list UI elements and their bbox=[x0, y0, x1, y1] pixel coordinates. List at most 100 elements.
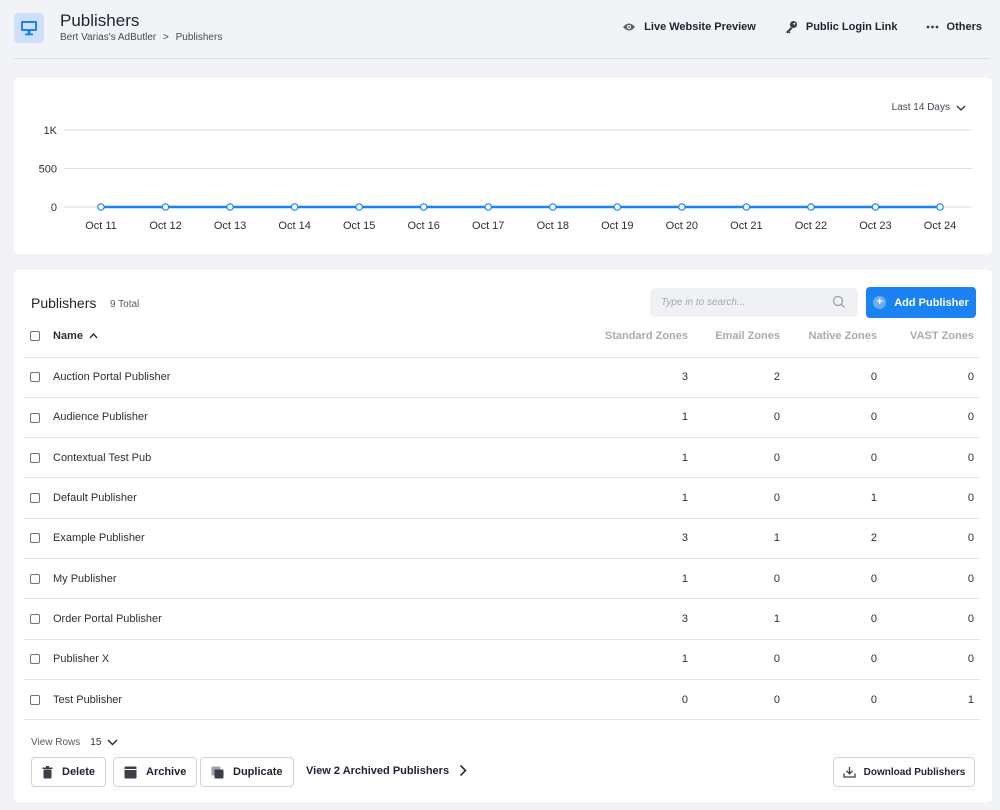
data-point[interactable] bbox=[161, 203, 170, 211]
view-rows-label: View Rows bbox=[31, 737, 81, 748]
row-checkbox[interactable] bbox=[30, 573, 40, 584]
search-input[interactable] bbox=[650, 288, 858, 317]
breadcrumb-current: Publishers bbox=[175, 32, 223, 43]
section-title: Publishers bbox=[31, 295, 97, 311]
row-checkbox[interactable] bbox=[30, 493, 40, 504]
table-row[interactable]: Order Portal Publisher 3 1 0 0 bbox=[24, 598, 980, 640]
publisher-name[interactable]: Publisher X bbox=[53, 639, 574, 680]
data-point[interactable] bbox=[742, 203, 751, 211]
table-row[interactable]: Auction Portal Publisher 3 2 0 0 bbox=[24, 357, 980, 398]
table-row[interactable]: Contextual Test Pub 1 0 0 0 bbox=[24, 437, 980, 479]
table-row[interactable]: Audience Publisher 1 0 0 0 bbox=[24, 397, 980, 439]
native-zones-count: 0 bbox=[786, 357, 883, 398]
row-checkbox[interactable] bbox=[30, 694, 40, 705]
live-website-preview-button[interactable]: Live Website Preview bbox=[622, 21, 756, 33]
data-point[interactable] bbox=[678, 203, 686, 211]
table-row[interactable]: My Publisher 1 0 0 0 bbox=[24, 558, 980, 600]
standard-zones-count: 1 bbox=[574, 558, 694, 600]
header-actions: Live Website Preview Public Login Link O… bbox=[622, 20, 982, 34]
publisher-name[interactable]: Audience Publisher bbox=[53, 397, 574, 439]
page-header: Publishers Bert Varias's AdButler > Publ… bbox=[0, 0, 1000, 59]
table-row[interactable]: Default Publisher 1 0 1 0 bbox=[24, 477, 980, 519]
x-tick-label: Oct 20 bbox=[666, 220, 698, 232]
archive-button[interactable]: Archive bbox=[113, 757, 198, 787]
key-icon bbox=[785, 21, 797, 34]
others-label: Others bbox=[946, 21, 982, 33]
column-header-email-zones[interactable]: Email Zones bbox=[694, 316, 786, 358]
data-point[interactable] bbox=[97, 203, 105, 211]
others-menu-button[interactable]: Others bbox=[926, 21, 982, 33]
standard-zones-count: 3 bbox=[574, 598, 694, 640]
data-point[interactable] bbox=[613, 203, 622, 211]
column-header-name[interactable]: Name bbox=[53, 316, 574, 358]
public-login-link-label: Public Login Link bbox=[805, 21, 898, 33]
standard-zones-count: 3 bbox=[574, 357, 694, 398]
data-point[interactable] bbox=[936, 203, 944, 211]
data-point[interactable] bbox=[226, 203, 234, 211]
archive-label: Archive bbox=[146, 766, 187, 778]
data-point[interactable] bbox=[548, 203, 557, 211]
data-point[interactable] bbox=[807, 203, 815, 211]
view-rows-control[interactable]: View Rows 15 bbox=[31, 737, 118, 748]
archived-link-label: View 2 Archived Publishers bbox=[306, 764, 450, 777]
download-publishers-label: Download Publishers bbox=[863, 766, 966, 778]
duplicate-label: Duplicate bbox=[233, 766, 283, 778]
publishers-table-card: Publishers 9 Total + Add Publisher Name … bbox=[14, 270, 992, 802]
vast-zones-count: 0 bbox=[883, 357, 980, 398]
row-checkbox[interactable] bbox=[30, 372, 40, 383]
vast-zones-count: 0 bbox=[883, 477, 980, 519]
data-point[interactable] bbox=[871, 203, 880, 211]
publisher-name[interactable]: Order Portal Publisher bbox=[53, 598, 574, 640]
plus-circle-icon: + bbox=[873, 296, 887, 309]
line-chart: 1K 500 0 Oct 11 Oct 12 Oct 13 Oct 14 Oct 15 Oct … bbox=[39, 125, 972, 232]
column-header-native-zones[interactable]: Native Zones bbox=[786, 316, 883, 358]
row-checkbox[interactable] bbox=[30, 452, 40, 463]
x-tick-label: Oct 12 bbox=[149, 220, 181, 232]
publisher-name[interactable]: Test Publisher bbox=[53, 679, 574, 721]
monitor-icon bbox=[14, 13, 44, 43]
breadcrumb: Bert Varias's AdButler > Publishers bbox=[60, 32, 226, 43]
email-zones-count: 1 bbox=[694, 518, 786, 559]
data-point[interactable] bbox=[419, 203, 428, 211]
breadcrumb-account[interactable]: Bert Varias's AdButler bbox=[60, 32, 156, 43]
table-row[interactable]: Publisher X1000 bbox=[24, 639, 980, 680]
breadcrumb-separator: > bbox=[163, 32, 169, 43]
table-header-row: Name Standard Zones Email Zones Native Z… bbox=[24, 316, 980, 358]
row-checkbox[interactable] bbox=[30, 614, 40, 625]
native-zones-count: 0 bbox=[786, 397, 883, 439]
publisher-name[interactable]: Auction Portal Publisher bbox=[53, 357, 574, 398]
email-zones-count: 0 bbox=[694, 477, 786, 519]
archive-icon bbox=[124, 766, 137, 778]
row-checkbox[interactable] bbox=[30, 654, 40, 665]
data-point[interactable] bbox=[355, 203, 363, 211]
more-dots-icon bbox=[926, 25, 938, 29]
native-zones-count: 0 bbox=[786, 679, 883, 721]
delete-button[interactable]: Delete bbox=[31, 757, 107, 787]
standard-zones-count: 1 bbox=[574, 477, 694, 519]
publisher-name[interactable]: Contextual Test Pub bbox=[53, 437, 574, 479]
x-tick-label: Oct 15 bbox=[343, 220, 375, 232]
row-checkbox[interactable] bbox=[30, 412, 40, 423]
public-login-link-button[interactable]: Public Login Link bbox=[784, 20, 898, 34]
table-row[interactable]: Test Publisher 0 0 0 1 bbox=[24, 679, 980, 721]
data-point[interactable] bbox=[290, 203, 299, 211]
view-archived-publishers-link[interactable]: View 2 Archived Publishers bbox=[306, 764, 467, 777]
native-zones-count: 0 bbox=[786, 437, 883, 479]
duplicate-button[interactable]: Duplicate bbox=[200, 757, 294, 787]
native-zones-count: 1 bbox=[786, 477, 883, 519]
email-zones-count: 0 bbox=[694, 437, 786, 479]
column-header-standard-zones[interactable]: Standard Zones bbox=[574, 316, 694, 358]
publisher-name[interactable]: Example Publisher bbox=[53, 518, 574, 559]
add-publisher-button[interactable]: + Add Publisher bbox=[866, 287, 976, 318]
page-title: Publishers bbox=[60, 11, 140, 30]
data-point[interactable] bbox=[484, 203, 493, 211]
publisher-name[interactable]: My Publisher bbox=[53, 558, 574, 600]
column-header-vast-zones[interactable]: VAST Zones bbox=[883, 316, 980, 358]
publisher-name[interactable]: Default Publisher bbox=[53, 477, 574, 519]
download-publishers-button[interactable]: Download Publishers bbox=[833, 757, 975, 787]
stats-chart-card: Last 14 Days 1K 500 0 Oct 11 Oct 12 Oct 13 Oct… bbox=[14, 78, 992, 254]
row-checkbox-cell bbox=[24, 518, 53, 559]
row-checkbox[interactable] bbox=[30, 533, 40, 544]
select-all-checkbox[interactable] bbox=[30, 331, 40, 342]
table-row[interactable]: Example Publisher 3 1 2 0 bbox=[24, 518, 980, 559]
